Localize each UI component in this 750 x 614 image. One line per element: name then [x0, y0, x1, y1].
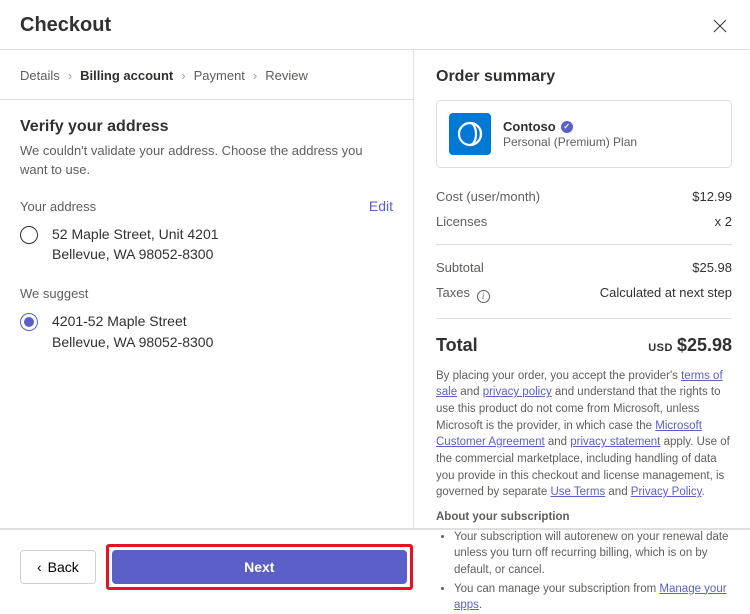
taxes-value: Calculated at next step	[600, 285, 732, 303]
crumb-billing-account[interactable]: Billing account	[80, 68, 173, 83]
edit-address-link[interactable]: Edit	[369, 198, 393, 214]
legal-text: By placing your order, you accept the pr…	[436, 368, 732, 614]
cost-label: Cost (user/month)	[436, 189, 540, 204]
subtotal-label: Subtotal	[436, 260, 484, 275]
your-address-line1: 52 Maple Street, Unit 4201	[52, 224, 219, 244]
chevron-right-icon: ›	[253, 68, 257, 83]
radio-unselected-icon	[20, 226, 38, 244]
crumb-review[interactable]: Review	[265, 68, 308, 83]
privacy-policy2-link[interactable]: Privacy Policy	[631, 486, 702, 498]
subtotal-value: $25.98	[692, 260, 732, 275]
chevron-right-icon: ›	[68, 68, 72, 83]
privacy-policy-link[interactable]: privacy policy	[483, 386, 552, 398]
product-name: Contoso	[503, 119, 556, 134]
suggested-line2: Bellevue, WA 98052-8300	[52, 332, 213, 352]
about-subscription-heading: About your subscription	[436, 509, 732, 526]
about-bullet-2: You can manage your subscription from Ma…	[454, 581, 732, 614]
about-bullet-1: Your subscription will autorenew on your…	[454, 529, 732, 579]
licenses-value: x 2	[715, 214, 732, 229]
crumb-details[interactable]: Details	[20, 68, 60, 83]
close-button[interactable]	[710, 16, 730, 36]
taxes-label: Taxes	[436, 285, 470, 300]
back-button[interactable]: ‹ Back	[20, 550, 96, 584]
radio-selected-icon	[20, 313, 38, 331]
your-address-line2: Bellevue, WA 98052-8300	[52, 244, 219, 264]
product-card: Contoso ✓ Personal (Premium) Plan	[436, 100, 732, 168]
breadcrumb: Details › Billing account › Payment › Re…	[0, 50, 413, 100]
crumb-payment[interactable]: Payment	[194, 68, 245, 83]
your-address-label: Your address	[20, 199, 96, 214]
chevron-right-icon: ›	[181, 68, 185, 83]
verify-subtext: We couldn't validate your address. Choos…	[20, 142, 393, 180]
suggested-line1: 4201-52 Maple Street	[52, 311, 213, 331]
suggested-label: We suggest	[20, 286, 88, 301]
info-icon[interactable]: i	[477, 290, 490, 303]
close-icon	[713, 19, 727, 33]
privacy-statement-link[interactable]: privacy statement	[570, 436, 660, 448]
order-summary-heading: Order summary	[436, 68, 732, 86]
cost-value: $12.99	[692, 189, 732, 204]
total-label: Total	[436, 335, 478, 356]
your-address-option[interactable]: 52 Maple Street, Unit 4201 Bellevue, WA …	[20, 224, 393, 265]
suggested-address-option[interactable]: 4201-52 Maple Street Bellevue, WA 98052-…	[20, 311, 393, 352]
chevron-left-icon: ‹	[37, 559, 42, 575]
use-terms-link[interactable]: Use Terms	[550, 486, 605, 498]
total-currency: USD	[648, 342, 673, 354]
next-button[interactable]: Next	[112, 550, 407, 584]
page-title: Checkout	[20, 14, 111, 37]
product-logo-icon	[449, 113, 491, 155]
total-value: $25.98	[677, 335, 732, 355]
licenses-label: Licenses	[436, 214, 487, 229]
next-button-highlight: Next	[106, 544, 413, 590]
product-plan: Personal (Premium) Plan	[503, 135, 637, 149]
verify-heading: Verify your address	[20, 118, 393, 136]
verified-badge-icon: ✓	[561, 121, 573, 133]
